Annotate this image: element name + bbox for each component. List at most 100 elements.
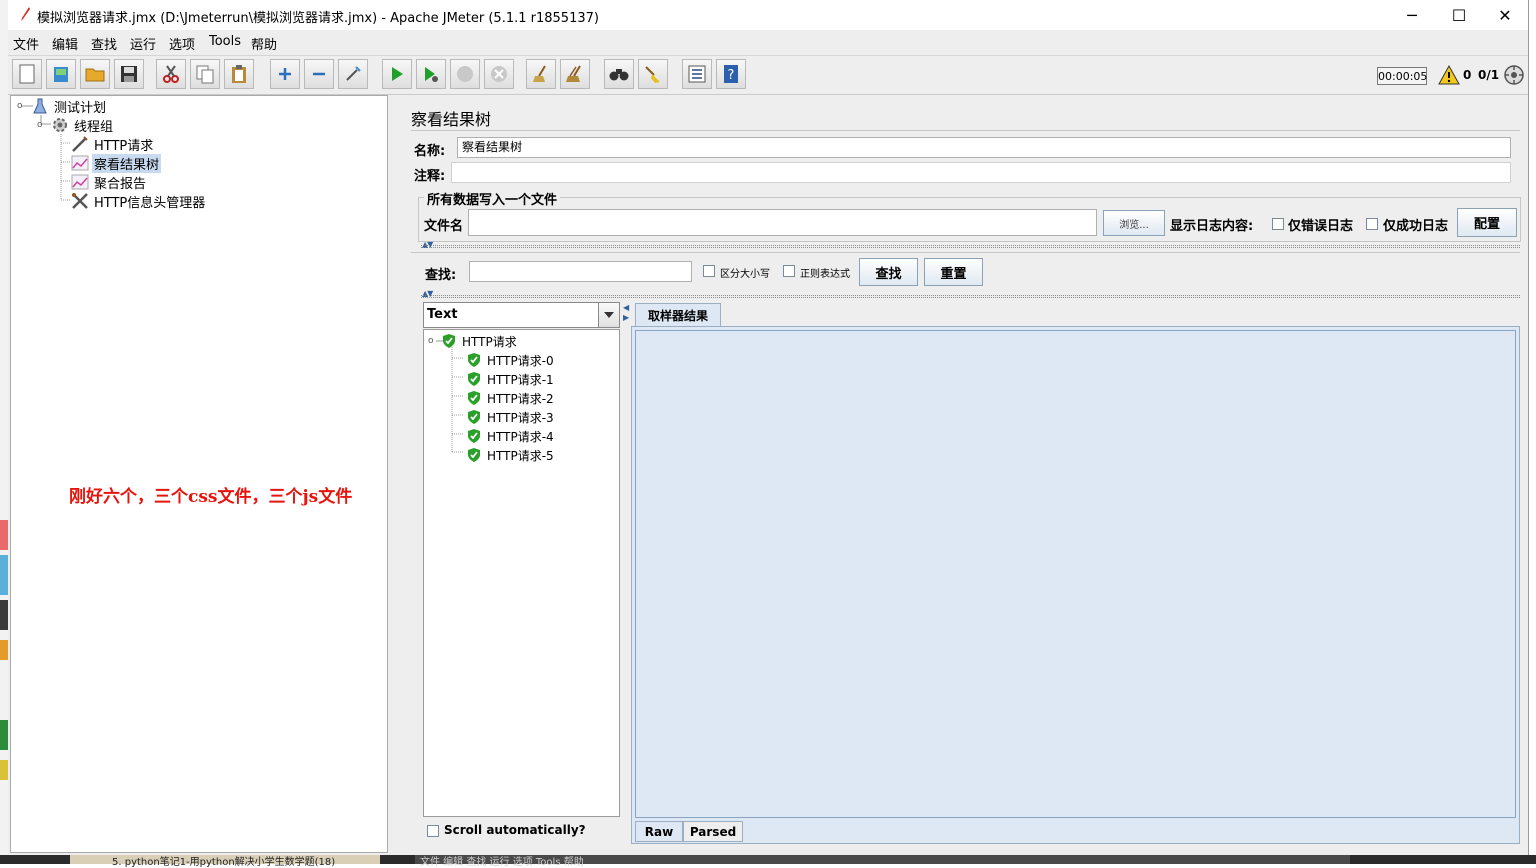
shutdown-button[interactable] — [484, 59, 514, 89]
tree-node-test-plan[interactable]: o 测试计划 — [17, 97, 108, 116]
name-label: 名称: — [414, 144, 446, 159]
menu-edit[interactable]: 编辑 — [52, 34, 78, 53]
pane-splitter[interactable] — [389, 95, 399, 853]
toolbar: ? 00:00:05 0 0/1 — [8, 55, 1528, 95]
success-shield-icon — [443, 334, 455, 348]
collapse-arrows-icon[interactable]: ◀ ▶ — [623, 303, 629, 323]
result-root-node[interactable]: o HTTP请求 — [428, 332, 517, 350]
paste-button[interactable] — [224, 59, 254, 89]
start-no-pauses-button[interactable] — [416, 59, 446, 89]
tab-sampler-result[interactable]: 取样器结果 — [635, 303, 721, 326]
new-button[interactable] — [12, 59, 42, 89]
regex-checkbox[interactable] — [783, 265, 795, 277]
toggle-button[interactable] — [338, 59, 368, 89]
tree-node-thread-group[interactable]: o 线程组 — [37, 116, 115, 135]
tree-node-aggregate-report[interactable]: 聚合报告 — [71, 173, 148, 192]
split-divider[interactable] — [421, 295, 1520, 298]
success-shield-icon — [468, 429, 480, 443]
help-button[interactable]: ? — [716, 59, 746, 89]
expand-toggle-icon[interactable]: o — [17, 101, 31, 111]
binoculars-icon — [609, 69, 629, 81]
background-text: 5. python笔记1-用python解决小学生数学题(18) — [112, 857, 336, 868]
result-node-label: HTTP请求-5 — [487, 448, 554, 463]
search-input[interactable] — [469, 261, 692, 282]
cut-button[interactable] — [156, 59, 186, 89]
menu-tools[interactable]: Tools — [209, 34, 241, 49]
file-group-title: 所有数据写入一个文件 — [424, 189, 561, 208]
templates-button[interactable] — [46, 59, 76, 89]
filename-input[interactable] — [468, 209, 1097, 236]
clear-all-button[interactable] — [560, 59, 590, 89]
help-book-icon: ? — [724, 65, 738, 83]
tree-node-header-manager[interactable]: HTTP信息头管理器 — [71, 192, 207, 211]
split-divider[interactable] — [421, 245, 1520, 248]
stop-button[interactable] — [450, 59, 480, 89]
menu-search[interactable]: 查找 — [91, 34, 117, 53]
success-only-label: 仅成功日志 — [1383, 219, 1449, 234]
menu-file[interactable]: 文件 — [13, 34, 39, 53]
tab-parsed[interactable]: Parsed — [683, 821, 743, 842]
comment-field[interactable] — [451, 162, 1511, 183]
title-bar: 模拟浏览器请求.jmx (D:\Jmeterrun\模拟浏览器请求.jmx) -… — [8, 0, 1528, 30]
menu-options[interactable]: 选项 — [169, 34, 195, 53]
desktop-background-bottom: 5. python笔记1-用python解决小学生数学题(18) 文件 编辑 查… — [0, 855, 1536, 868]
success-only-checkbox[interactable] — [1366, 218, 1378, 230]
list-icon — [688, 65, 706, 83]
result-child-node[interactable]: HTTP请求-1 — [467, 370, 554, 388]
function-helper-button[interactable] — [682, 59, 712, 89]
menu-run[interactable]: 运行 — [130, 34, 156, 53]
stop-icon — [457, 66, 473, 82]
scissors-icon — [163, 65, 179, 83]
reset-button[interactable]: 重置 — [924, 258, 983, 286]
dropdown-arrow[interactable] — [598, 303, 619, 327]
result-child-node[interactable]: HTTP请求-3 — [467, 408, 554, 426]
active-threads-count: 0/1 — [1478, 68, 1500, 82]
jmeter-window: 模拟浏览器请求.jmx (D:\Jmeterrun\模拟浏览器请求.jmx) -… — [8, 0, 1529, 855]
menu-help[interactable]: 帮助 — [251, 34, 277, 53]
configure-button[interactable]: 配置 — [1457, 208, 1517, 237]
expand-all-button[interactable] — [270, 59, 300, 89]
errors-only-checkbox[interactable] — [1272, 218, 1284, 230]
collapse-all-button[interactable] — [304, 59, 334, 89]
log-display-label: 显示日志内容: — [1170, 219, 1254, 234]
start-button[interactable] — [382, 59, 412, 89]
scroll-automatically-checkbox[interactable] — [427, 825, 439, 837]
thread-group-icon — [53, 118, 67, 132]
tree-node-http-request[interactable]: HTTP请求 — [71, 135, 155, 154]
save-button[interactable] — [114, 59, 144, 89]
copy-button[interactable] — [190, 59, 220, 89]
success-shield-icon — [468, 448, 480, 462]
success-shield-icon — [468, 391, 480, 405]
result-child-node[interactable]: HTTP请求-2 — [467, 389, 554, 407]
maximize-button[interactable]: ☐ — [1436, 0, 1482, 30]
search-button[interactable] — [604, 59, 634, 89]
close-button[interactable]: ✕ — [1482, 0, 1528, 30]
result-text-area[interactable] — [635, 330, 1516, 818]
tab-raw[interactable]: Raw — [635, 821, 683, 842]
name-field[interactable]: 察看结果树 — [457, 137, 1511, 158]
reset-search-button[interactable] — [638, 59, 668, 89]
open-button[interactable] — [80, 59, 110, 89]
result-child-node[interactable]: HTTP请求-5 — [467, 446, 554, 464]
minimize-button[interactable]: ─ — [1389, 0, 1435, 30]
warning-icon[interactable] — [1438, 65, 1460, 85]
renderer-select[interactable]: Text — [423, 302, 620, 328]
case-sensitive-checkbox[interactable] — [703, 265, 715, 277]
tree-node-view-results-tree[interactable]: 察看结果树 — [71, 153, 162, 173]
templates-icon — [54, 67, 68, 82]
clipboard-icon — [232, 65, 246, 83]
plus-icon — [279, 68, 291, 80]
browse-button[interactable]: 浏览... — [1103, 210, 1165, 236]
result-node-label: HTTP请求-4 — [487, 429, 554, 444]
find-button[interactable]: 查找 — [859, 258, 918, 286]
new-file-icon — [19, 64, 35, 84]
clear-button[interactable] — [526, 59, 556, 89]
result-child-node[interactable]: HTTP请求-0 — [467, 351, 554, 369]
expand-toggle-icon[interactable]: o — [428, 336, 442, 346]
result-child-node[interactable]: HTTP请求-4 — [467, 427, 554, 445]
broom-clear-icon — [533, 65, 546, 82]
expand-toggle-icon[interactable]: o — [37, 120, 51, 130]
filename-label: 文件名 — [424, 219, 464, 234]
regex-label: 正则表达式 — [800, 269, 850, 280]
remote-status-icon — [1504, 65, 1524, 85]
